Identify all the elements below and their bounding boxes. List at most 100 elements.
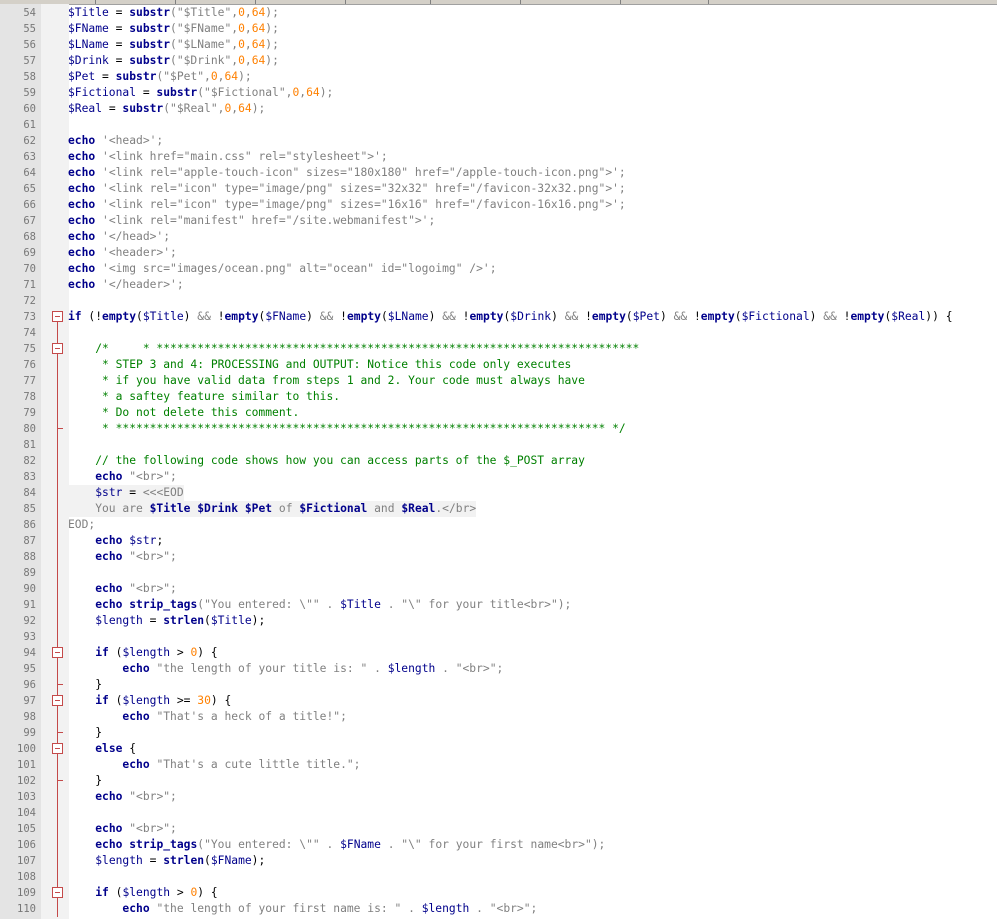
code-token: empty	[591, 310, 626, 323]
fold-line	[52, 517, 63, 533]
code-line[interactable]: 69 echo '<header>';	[0, 245, 997, 261]
code-token: ;	[156, 534, 164, 547]
code-line[interactable]: 62 echo '<head>';	[0, 133, 997, 149]
line-number: 75	[23, 343, 36, 355]
code-line[interactable]: 96 }	[0, 677, 997, 693]
code-line[interactable]: 73 if (!empty($Title) && !empty($FName) &…	[0, 309, 997, 325]
code-line[interactable]: 83 echo "<br>";	[0, 469, 997, 485]
fold-collapse-icon[interactable]	[52, 645, 63, 661]
code-line[interactable]: 85 You are $Title $Drink $Pet of $Fictio…	[0, 501, 997, 517]
code-line[interactable]: 105 echo "<br>";	[0, 821, 997, 837]
code-token: ("$Drink"	[170, 54, 232, 67]
code-line[interactable]: 103 echo "<br>";	[0, 789, 997, 805]
code-line[interactable]: 104	[0, 805, 997, 821]
code-line[interactable]: 74	[0, 325, 997, 341]
code-line[interactable]: 80 * ***********************************…	[0, 421, 997, 437]
code-line[interactable]: 70 echo '<img src="images/ocean.png" alt=…	[0, 261, 997, 277]
code-line[interactable]: 109 if ($length > 0) {	[0, 885, 997, 901]
code-token: '<head>';	[95, 134, 164, 147]
code-line[interactable]: 92 $length = strlen($Title);	[0, 613, 997, 629]
fold-collapse-icon[interactable]	[52, 341, 63, 357]
code-line[interactable]: 108	[0, 869, 997, 885]
code-text: * a saftey feature similar to this.	[68, 389, 340, 405]
code-line[interactable]: 110 echo "the length of your first name …	[0, 901, 997, 917]
line-number: 74	[23, 327, 36, 339]
code-line[interactable]: 91 echo strip_tags("You entered: \"" . $…	[0, 597, 997, 613]
code-editor[interactable]: 54 $Title = substr("$Title",0,64); 55 $FNam…	[0, 5, 997, 917]
code-line[interactable]: 75 /* * ********************************…	[0, 341, 997, 357]
code-text: }	[68, 725, 102, 741]
code-line[interactable]: 98 echo "That's a heck of a title!";	[0, 709, 997, 725]
code-line[interactable]: 55 $FName = substr("$FName",0,64);	[0, 21, 997, 37]
code-token: (	[108, 646, 123, 659]
code-line[interactable]: 90 echo "<br>";	[0, 581, 997, 597]
code-line[interactable]: 57 $Drink = substr("$Drink",0,64);	[0, 53, 997, 69]
code-line[interactable]: 88 echo "<br>";	[0, 549, 997, 565]
fold-line	[52, 821, 63, 837]
code-line[interactable]: 59 $Fictional = substr("$Fictional",0,64)…	[0, 85, 997, 101]
code-line[interactable]: 99 }	[0, 725, 997, 741]
code-token: );	[265, 6, 279, 19]
code-line[interactable]: 106 echo strip_tags("You entered: \"" . …	[0, 837, 997, 853]
code-line[interactable]: 54 $Title = substr("$Title",0,64);	[0, 5, 997, 21]
code-line[interactable]: 97 if ($length >= 30) {	[0, 693, 997, 709]
code-token: $Pet	[244, 502, 273, 515]
code-token: "<br>";	[122, 582, 177, 595]
code-token: ) {	[197, 886, 218, 899]
code-line[interactable]: 84 $str = <<<EOD	[0, 485, 997, 501]
code-line[interactable]: 61	[0, 117, 997, 133]
code-line[interactable]: 89	[0, 565, 997, 581]
code-line[interactable]: 94 if ($length > 0) {	[0, 645, 997, 661]
code-line[interactable]: 66 echo '<link rel="icon" type="image/png…	[0, 197, 997, 213]
code-line[interactable]: 79 * Do not delete this comment.	[0, 405, 997, 421]
code-line[interactable]: 93	[0, 629, 997, 645]
code-line[interactable]: 63 echo '<link href="main.css" rel="style…	[0, 149, 997, 165]
line-number: 86	[23, 519, 36, 531]
code-line[interactable]: 60 $Real = substr("$Real",0,64);	[0, 101, 997, 117]
code-line[interactable]: 107 $length = strlen($FName);	[0, 853, 997, 869]
code-line[interactable]: 56 $LName = substr("$LName",0,64);	[0, 37, 997, 53]
code-line[interactable]: 101 echo "That's a cute little title.";	[0, 757, 997, 773]
code-token: echo	[122, 758, 150, 771]
code-line[interactable]: 72	[0, 293, 997, 309]
code-line[interactable]: 86 EOD;	[0, 517, 997, 533]
code-line[interactable]: 64 echo '<link rel="apple-touch-icon" siz…	[0, 165, 997, 181]
code-token: );	[251, 854, 266, 867]
code-line[interactable]: 77 * if you have valid data from steps 1…	[0, 373, 997, 389]
code-line[interactable]: 67 echo '<link rel="manifest" href="/site…	[0, 213, 997, 229]
code-token: '<link rel="apple-touch-icon" sizes="180…	[95, 166, 626, 179]
fold-line	[52, 581, 63, 597]
fold-line	[52, 565, 63, 581]
fold-collapse-icon[interactable]	[52, 885, 63, 901]
code-token: =	[142, 854, 164, 867]
code-line[interactable]: 81	[0, 437, 997, 453]
line-number: 110	[17, 903, 36, 915]
code-line[interactable]: 102 }	[0, 773, 997, 789]
code-token: 0	[238, 54, 245, 67]
code-line[interactable]: 76 * STEP 3 and 4: PROCESSING and OUTPUT…	[0, 357, 997, 373]
code-line[interactable]: 78 * a saftey feature similar to this.	[0, 389, 997, 405]
fold-line	[52, 469, 63, 485]
fold-collapse-icon[interactable]	[52, 693, 63, 709]
code-line[interactable]: 68 echo '</head>';	[0, 229, 997, 245]
fold-collapse-icon[interactable]	[52, 741, 63, 757]
code-line[interactable]: 95 echo "the length of your title is: " …	[0, 661, 997, 677]
line-number: 60	[23, 103, 36, 115]
code-line[interactable]: 58 $Pet = substr("$Pet",0,64);	[0, 69, 997, 85]
code-line[interactable]: 82 // the following code shows how you c…	[0, 453, 997, 469]
code-token: empty	[469, 310, 504, 323]
code-line[interactable]: 87 echo $str;	[0, 533, 997, 549]
code-line[interactable]: 65 echo '<link rel="icon" type="image/png…	[0, 181, 997, 197]
code-line[interactable]: 71 echo '</header>';	[0, 277, 997, 293]
code-token: >=	[170, 694, 198, 707]
line-number: 109	[17, 887, 36, 899]
code-token: '<link rel="icon" type="image/png" sizes…	[95, 182, 626, 195]
code-token: strip_tags	[129, 598, 198, 611]
code-token: )) {	[925, 310, 953, 323]
fold-collapse-icon[interactable]	[52, 309, 63, 325]
code-line[interactable]: 100 else {	[0, 741, 997, 757]
line-number: 82	[23, 455, 36, 467]
